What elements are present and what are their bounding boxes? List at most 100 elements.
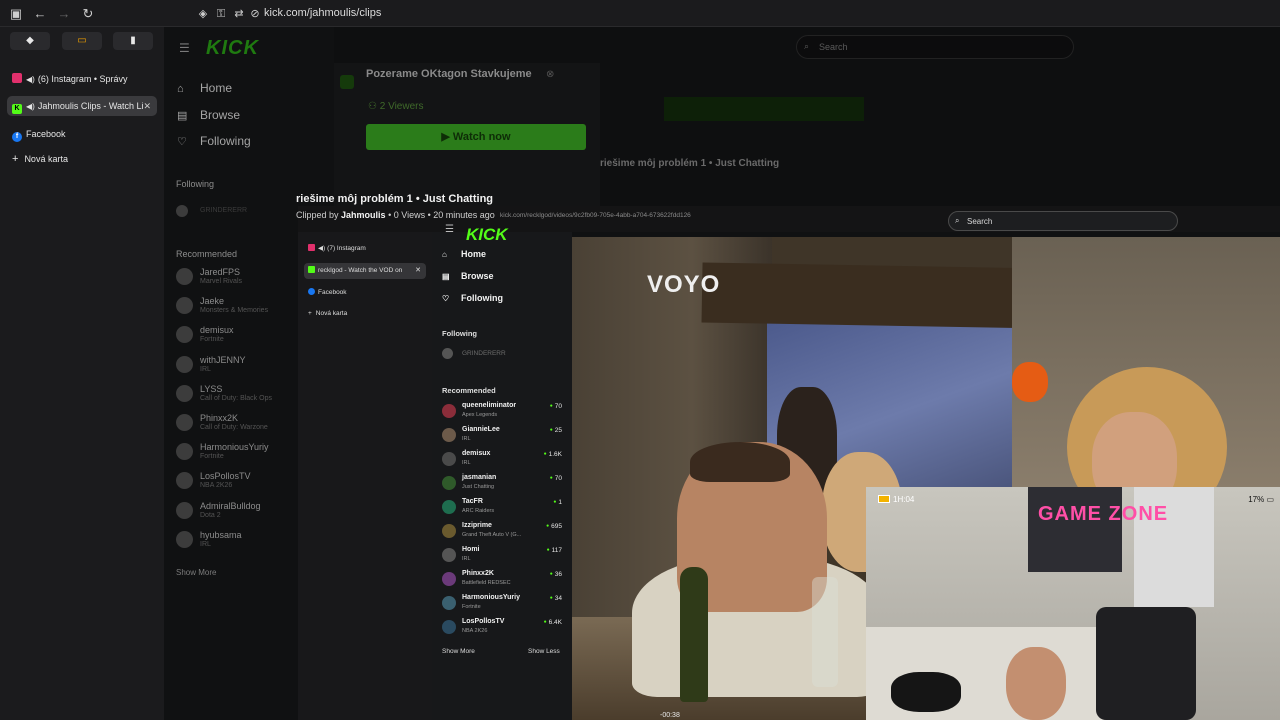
watch-now-button[interactable]: ▶ Watch now: [366, 124, 586, 150]
channel-name: Jaeke: [200, 296, 225, 307]
recommended-channel[interactable]: Phinxx2K Battlefield REDSEC 36: [442, 570, 564, 594]
avatar: [442, 524, 456, 538]
play-icon: ▶: [441, 131, 453, 143]
avatar: [176, 268, 193, 285]
recommended-channel[interactable]: Izziprime Grand Theft Auto V (G... 695: [442, 522, 564, 546]
back-icon[interactable]: ←: [31, 5, 49, 23]
people-icon: ⚇: [368, 101, 380, 112]
channel-name: demisux: [200, 325, 234, 336]
embedded-tab-kick[interactable]: recklgod - Watch the VOD on ✕: [304, 263, 426, 279]
embedded-tab-instagram[interactable]: ◀) (7) Instagram: [304, 241, 426, 257]
nav-following[interactable]: ♡ Following: [442, 293, 503, 303]
video-player[interactable]: VOYO -00:38 ➤ GAME ZONE 1H:04 17% ▭: [572, 237, 1280, 720]
channel-name: demisux: [462, 450, 491, 457]
pinned-tab-2[interactable]: ▭: [62, 32, 102, 50]
embedded-search-input[interactable]: ⌕ Search: [948, 211, 1178, 231]
channel-name: LosPollosTV: [462, 618, 505, 625]
show-more-button[interactable]: Show More: [442, 648, 475, 655]
avatar: [176, 443, 193, 461]
kick-logo[interactable]: KICK: [466, 225, 508, 245]
channel-category: Call of Duty: Warzone: [200, 424, 268, 431]
nav-following[interactable]: ♡ Following: [177, 134, 251, 148]
video-pumpkin: [1012, 362, 1048, 402]
forward-icon[interactable]: →: [55, 5, 73, 23]
recommended-channel[interactable]: jasmanian Just Chatting 70: [442, 474, 564, 498]
clipper-name[interactable]: Jahmoulis: [341, 210, 386, 220]
recommended-channel[interactable]: demisux IRL 1.6K: [442, 450, 564, 474]
tab-instagram[interactable]: ◀) (6) Instagram • Správy: [7, 69, 157, 89]
kick-logo[interactable]: KICK: [206, 37, 259, 60]
nav-browse[interactable]: ▤ Browse: [177, 108, 240, 122]
url-text[interactable]: kick.com/jahmoulis/clips: [264, 7, 381, 19]
kick-icon: [340, 75, 354, 89]
tab-new[interactable]: + Nová karta: [7, 149, 157, 169]
tab-label: Nová karta: [315, 310, 348, 317]
channel-name: JaredFPS: [200, 267, 241, 277]
tab-facebook[interactable]: f Facebook: [7, 124, 157, 144]
menu-icon[interactable]: ☰: [179, 41, 190, 55]
channel-category: Just Chatting: [462, 484, 495, 490]
show-more-button[interactable]: Show More: [176, 568, 216, 577]
recommended-channel[interactable]: queeneliminator Apex Legends 70: [442, 402, 564, 426]
battery-percent: 17% ▭: [1248, 495, 1274, 504]
recommended-channel[interactable]: Homi IRL 117: [442, 546, 564, 570]
facebook-icon: [308, 288, 315, 295]
avatar: [442, 452, 456, 466]
avatar: [442, 348, 453, 359]
address-bar[interactable]: ◈ ⚿ ⇄ ⊘ kick.com/jahmoulis/clips: [192, 3, 1280, 24]
search-input[interactable]: ⌕ Search: [796, 35, 1074, 59]
live-title[interactable]: Pozerame OKtagon Stavkujeme: [366, 68, 532, 80]
pinned-tab-3[interactable]: ▮: [113, 32, 153, 50]
recommended-channel[interactable]: TacFR ARC Raiders 1: [442, 498, 564, 522]
speaker-icon[interactable]: ◀): [26, 75, 35, 84]
channel-name: queeneliminator: [462, 402, 517, 409]
viewer-count: 1.6K: [544, 451, 562, 458]
percent-text: 17%: [1248, 495, 1265, 504]
avatar: [176, 297, 193, 315]
avatar: [176, 205, 188, 217]
recommended-heading: Recommended: [442, 386, 496, 395]
viewer-text: 2 Viewers: [379, 101, 424, 112]
following-item[interactable]: GRINDERERR: [442, 348, 564, 372]
channel-name: GiannieLee: [462, 426, 500, 433]
embedded-tab-new[interactable]: + Nová karta: [304, 306, 426, 322]
tab-label: (7) Instagram: [327, 245, 366, 252]
tab-kick-clips[interactable]: K ◀) Jahmoulis Clips - Watch Li ✕: [7, 96, 157, 116]
nav-label: Home: [461, 249, 487, 259]
channel-name: AdmiralBulldog: [200, 500, 261, 511]
channel-category: Dota 2: [200, 511, 221, 519]
nav-home[interactable]: ⌂ Home: [177, 81, 232, 95]
close-tab-icon[interactable]: ✕: [143, 96, 151, 116]
nav-browse[interactable]: ▤ Browse: [442, 271, 494, 281]
pinned-tab-1[interactable]: ◆: [10, 32, 50, 50]
speaker-icon[interactable]: ◀): [26, 102, 35, 111]
tab-label: Jahmoulis Clips - Watch Li: [37, 101, 144, 111]
sidebar-toggle-icon[interactable]: ▣: [7, 5, 25, 23]
channel-category: Fortnite: [462, 604, 481, 610]
tab-label: (6) Instagram • Správy: [37, 74, 128, 84]
viewer-count: 695: [546, 523, 562, 530]
channel-name: LYSS: [200, 383, 223, 394]
avatar: [442, 500, 456, 514]
recommended-channel[interactable]: HarmoniousYuriy Fortnite 34: [442, 594, 564, 618]
embedded-tab-facebook[interactable]: Facebook: [304, 285, 426, 301]
recommended-channel[interactable]: LosPollosTV NBA 2K26 6.4K: [442, 618, 564, 642]
menu-icon[interactable]: ☰: [445, 224, 454, 235]
avatar: [176, 530, 193, 548]
permissions-icon[interactable]: ⇄: [232, 7, 246, 21]
show-less-button[interactable]: Show Less: [528, 648, 560, 655]
voyo-watermark: VOYO: [647, 271, 721, 298]
channel-name: Phinxx2K: [462, 570, 494, 577]
lock-icon: ⚿: [216, 8, 226, 20]
reload-icon[interactable]: ↻: [79, 5, 97, 23]
channel-category: IRL: [200, 540, 211, 548]
mute-icon[interactable]: ⊗: [546, 69, 554, 80]
nav-home[interactable]: ⌂ Home: [442, 249, 486, 259]
close-tab-icon[interactable]: ✕: [415, 263, 421, 279]
heart-icon: ♡: [177, 136, 187, 148]
avatar: [176, 472, 193, 490]
tracking-off-icon: ⊘: [250, 8, 260, 20]
plus-icon: +: [308, 310, 312, 317]
viewer-count: 117: [547, 547, 562, 554]
recommended-channel[interactable]: GiannieLee IRL 25: [442, 426, 564, 450]
